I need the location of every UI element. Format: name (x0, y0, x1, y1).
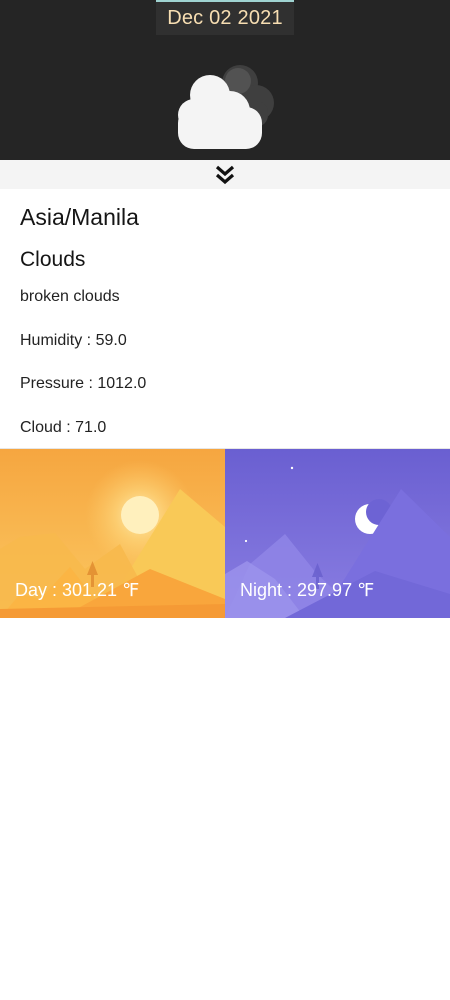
condition-title: Clouds (20, 248, 86, 271)
condition-description: broken clouds (20, 288, 120, 305)
night-temperature: Night : 297.97 ℉ (240, 580, 375, 600)
expand-toggle[interactable] (0, 160, 450, 189)
cloud-icon (178, 65, 274, 149)
date-badge: Dec 02 2021 (156, 0, 294, 35)
pressure-value: Pressure : 1012.0 (20, 375, 147, 392)
day-temperature: Day : 301.21 ℉ (15, 580, 140, 600)
date-text: Dec 02 2021 (167, 7, 283, 29)
location-title: Asia/Manila (20, 204, 139, 230)
weather-details: Asia/Manila Clouds broken clouds Humidit… (0, 189, 450, 449)
header: Dec 02 2021 (0, 0, 450, 160)
humidity-value: Humidity : 59.0 (20, 332, 127, 349)
cloud-value: Cloud : 71.0 (20, 419, 107, 436)
night-temperature-card: Night : 297.97 ℉ (225, 449, 450, 618)
double-chevron-down-icon[interactable] (214, 164, 236, 186)
day-temperature-card: Day : 301.21 ℉ (0, 449, 225, 618)
